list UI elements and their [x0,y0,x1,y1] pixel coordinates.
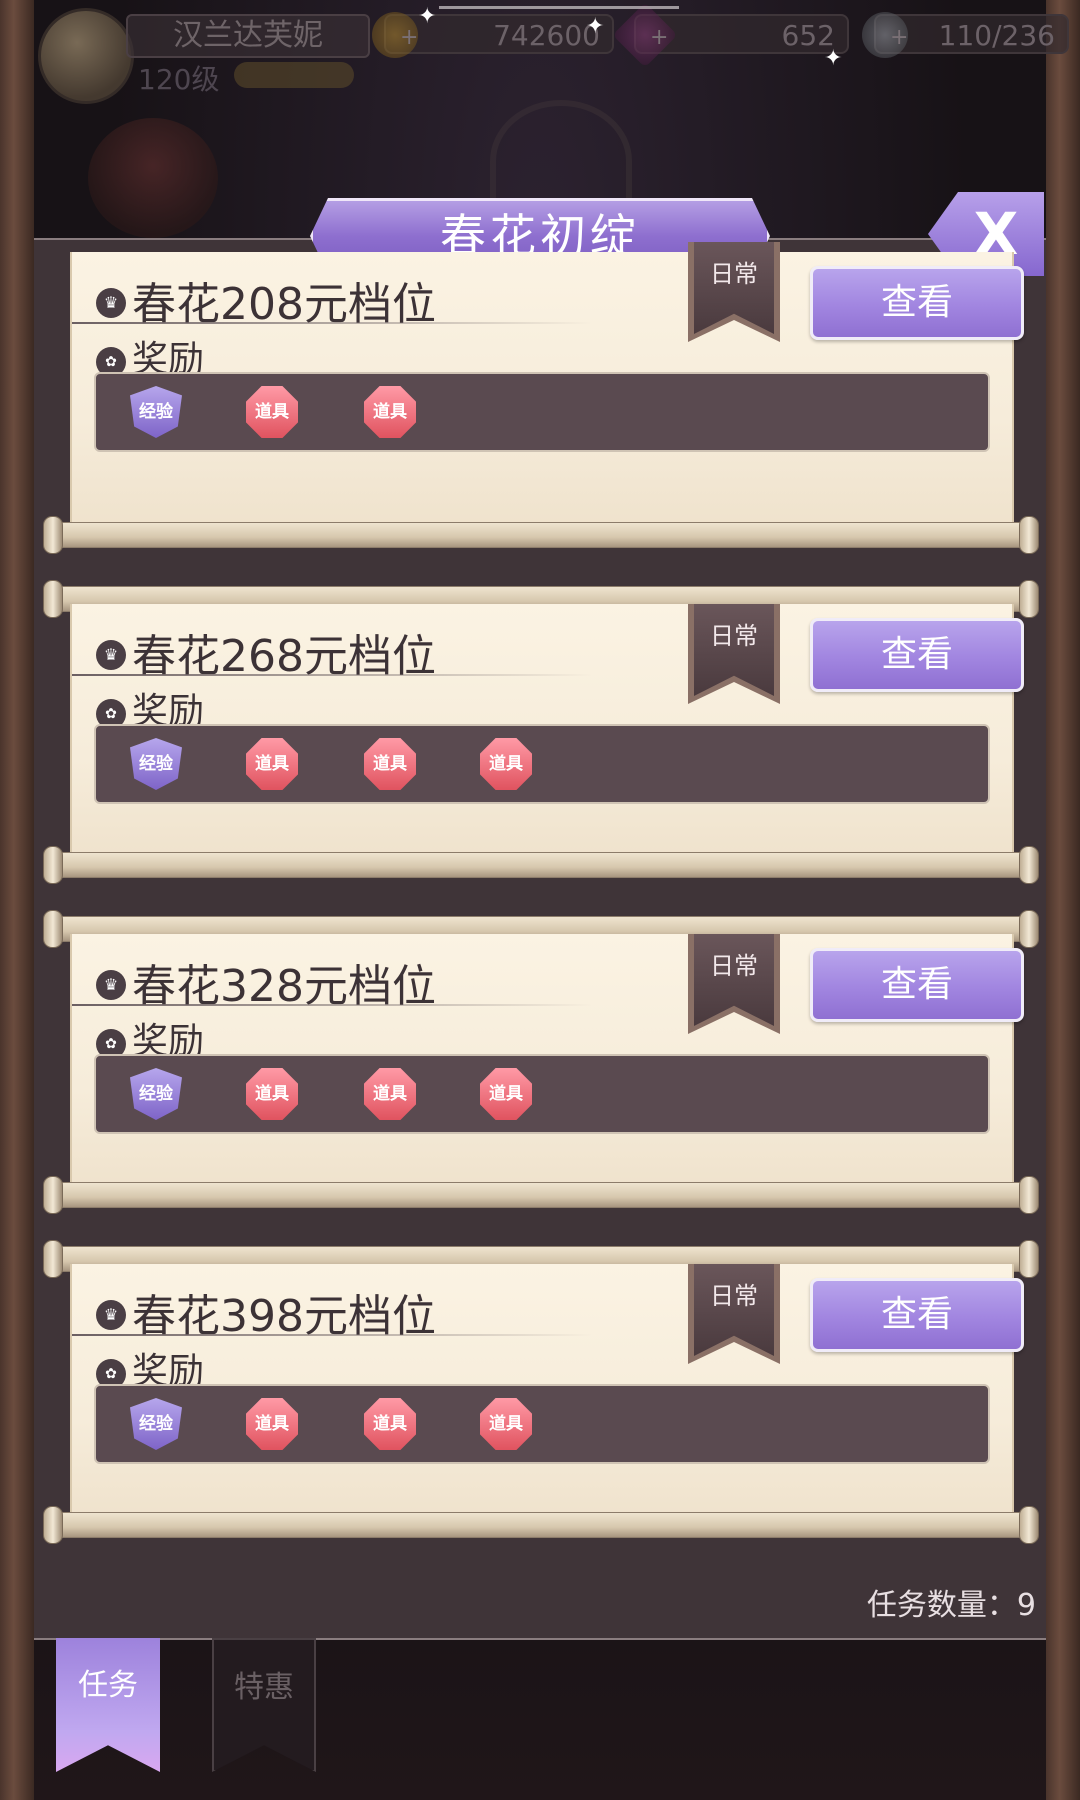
sparkle-icon: ✦ [824,46,843,71]
daily-tag: 日常 [694,1264,774,1356]
reward-item-icon[interactable]: 道具 [246,738,298,790]
reward-item-icon[interactable]: 道具 [364,1398,416,1450]
rod-cap [1019,1506,1039,1544]
crown-icon: ♛ [96,970,126,1000]
reward-item-icon[interactable]: 道具 [480,1398,532,1450]
gem-counter[interactable]: + 652 [612,2,849,68]
task-card: ♛ 春花398元档位 ✿ 奖励 日常 查看 经验 道具 道具 道具 [40,1240,1040,1544]
reward-list: 经验 道具 道具 [94,372,990,452]
rod-cap [43,1240,63,1278]
sparkle-icon: ✦ [586,14,605,39]
task-card: ♛ 春花208元档位 ✿ 奖励 日常 查看 经验 道具 道具 [40,242,1040,554]
rod-cap [1019,580,1039,618]
view-button[interactable]: 查看 [810,1278,1024,1352]
reward-item-icon[interactable]: 道具 [480,1068,532,1120]
rod-cap [43,1176,63,1214]
reward-list: 经验 道具 道具 道具 [94,1384,990,1464]
player-avatar[interactable] [38,8,134,104]
reward-list: 经验 道具 道具 道具 [94,1054,990,1134]
reward-item-icon[interactable]: 道具 [246,386,298,438]
daily-tag: 日常 [694,242,774,334]
right-frame [1046,0,1080,1800]
scroll-paper: ♛ 春花208元档位 ✿ 奖励 日常 查看 经验 道具 道具 [70,242,1024,530]
view-button[interactable]: 查看 [810,266,1024,340]
scroll-paper: ♛ 春花398元档位 ✿ 奖励 日常 查看 经验 道具 道具 道具 [70,1264,1024,1522]
rod-cap [43,910,63,948]
reward-exp-icon[interactable]: 经验 [130,1398,182,1450]
top-status-bar: 汉兰达芙妮 120级 + 742600 + 652 + 110/236 ✦ ✦ … [34,0,1069,104]
reward-exp-icon[interactable]: 经验 [130,1068,182,1120]
title-divider [72,1334,592,1336]
scroll-rod [43,846,1039,884]
rod-cap [43,846,63,884]
title-divider [72,322,592,324]
reward-item-icon[interactable]: 道具 [246,1068,298,1120]
gold-value: 742600 [493,19,600,52]
reward-item-icon[interactable]: 道具 [246,1398,298,1450]
title-divider [72,1004,592,1006]
rod-cap [43,1506,63,1544]
crown-icon: ♛ [96,640,126,670]
reward-item-icon[interactable]: 道具 [480,738,532,790]
rod-cap [43,516,63,554]
daily-tag: 日常 [694,604,774,696]
reward-exp-icon[interactable]: 经验 [130,386,182,438]
rod-cap [1019,516,1039,554]
left-frame [0,0,34,1800]
scroll-rod [43,1176,1039,1214]
crown-icon: ♛ [96,288,126,318]
scroll-rod [43,516,1039,554]
crown-icon: ♛ [96,1300,126,1330]
view-button[interactable]: 查看 [810,618,1024,692]
player-name: 汉兰达芙妮 [126,14,370,58]
scroll-paper: ♛ 春花328元档位 ✿ 奖励 日常 查看 经验 道具 道具 道具 [70,934,1024,1192]
reward-list: 经验 道具 道具 道具 [94,724,990,804]
player-level: 120级 [138,63,220,96]
view-button[interactable]: 查看 [810,948,1024,1022]
energy-counter[interactable]: + 110/236 [862,12,1069,58]
reward-item-icon[interactable]: 道具 [364,1068,416,1120]
task-card: ♛ 春花268元档位 ✿ 奖励 日常 查看 经验 道具 道具 道具 [40,580,1040,884]
reward-item-icon[interactable]: 道具 [364,386,416,438]
task-card: ♛ 春花328元档位 ✿ 奖励 日常 查看 经验 道具 道具 道具 [40,910,1040,1214]
scroll-rod [43,1506,1039,1544]
energy-value: 110/236 [938,19,1055,52]
add-gem-icon[interactable]: + [650,18,668,58]
daily-tag: 日常 [694,934,774,1026]
task-count: 任务数量：9 [866,1588,1036,1623]
rod-cap [1019,846,1039,884]
rod-cap [1019,910,1039,948]
scroll-paper: ♛ 春花268元档位 ✿ 奖励 日常 查看 经验 道具 道具 道具 [70,604,1024,862]
vip-badge [234,62,354,88]
top-indicator-line [439,6,679,9]
rod-cap [1019,1240,1039,1278]
reward-exp-icon[interactable]: 经验 [130,738,182,790]
reward-item-icon[interactable]: 道具 [364,738,416,790]
rod-cap [43,580,63,618]
sparkle-icon: ✦ [418,4,437,29]
add-gold-icon[interactable]: + [400,18,418,58]
add-energy-icon[interactable]: + [890,18,908,58]
character-portrait [88,118,218,238]
bottom-decoration [34,1640,1046,1800]
rod-cap [1019,1176,1039,1214]
title-divider [72,674,592,676]
